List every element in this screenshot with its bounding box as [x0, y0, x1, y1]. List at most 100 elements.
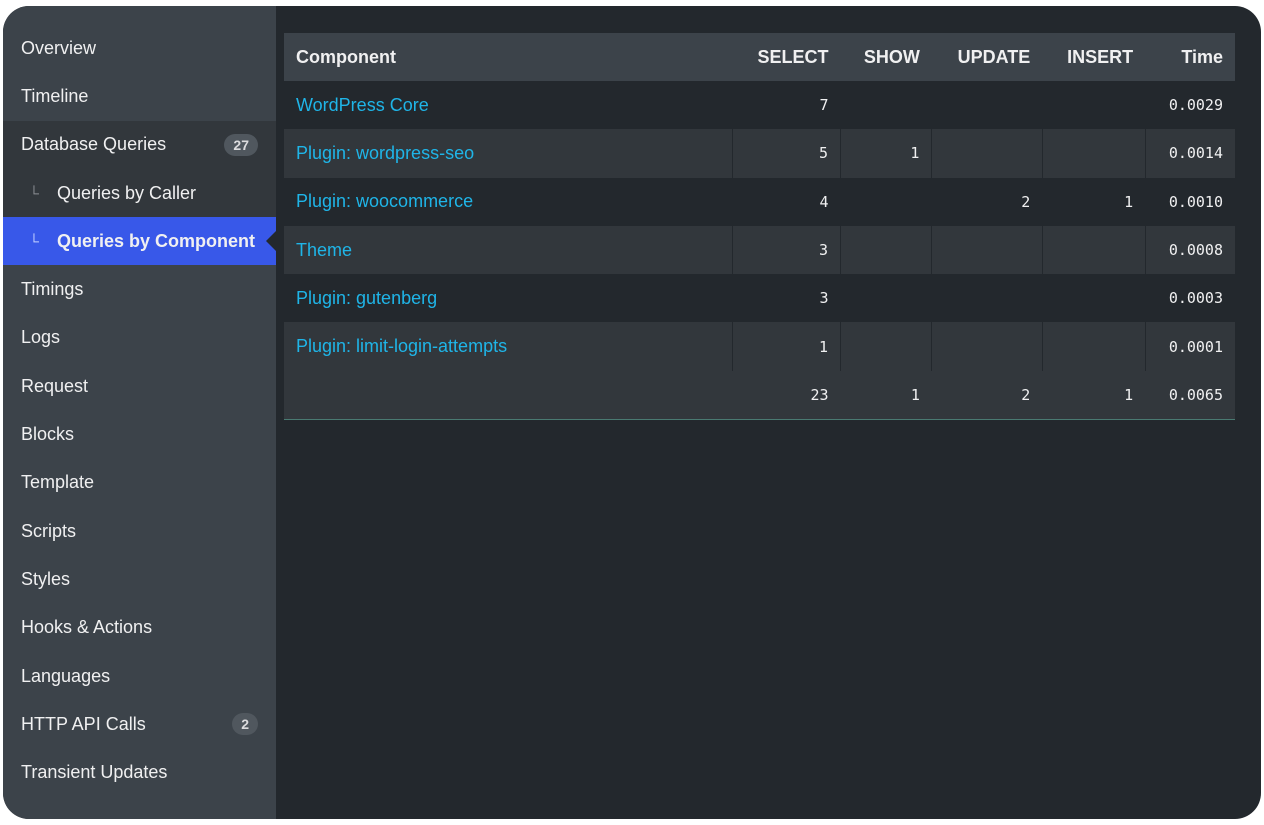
update-cell: 2 — [931, 177, 1043, 226]
sidebar-item-label: Timings — [21, 279, 84, 300]
table-row: Plugin: wordpress-seo 5 1 0.0014 — [284, 129, 1235, 178]
show-cell: 1 — [840, 129, 932, 178]
show-cell — [840, 225, 932, 275]
total-update-cell: 2 — [931, 370, 1043, 420]
update-cell — [931, 81, 1043, 130]
component-cell: Plugin: limit-login-attempts — [284, 322, 732, 371]
totals-label-cell — [284, 370, 732, 420]
component-cell: Plugin: wordpress-seo — [284, 129, 732, 178]
table-header-row: Component SELECT SHOW UPDATE INSERT Time — [284, 33, 1235, 81]
sidebar-item-label: Hooks & Actions — [21, 617, 153, 638]
select-cell: 1 — [731, 322, 841, 371]
select-cell: 7 — [732, 81, 841, 130]
update-cell — [931, 129, 1043, 178]
component-cell: Plugin: gutenberg — [284, 274, 732, 323]
sidebar-item-queries-by-component[interactable]: └ Queries by Component — [3, 217, 276, 266]
sidebar-item-request[interactable]: Request — [3, 362, 276, 410]
query-count-badge: 27 — [224, 133, 258, 156]
component-cell: WordPress Core — [284, 81, 732, 130]
component-link[interactable]: Plugin: gutenberg — [296, 288, 437, 308]
select-cell: 3 — [731, 225, 841, 275]
table-row: Plugin: limit-login-attempts 1 0.0001 — [284, 322, 1235, 371]
sidebar-item-label: Queries by Component — [57, 230, 256, 251]
http-calls-badge: 2 — [232, 713, 258, 736]
subitem-corner-icon: └ — [29, 233, 39, 250]
update-cell — [931, 225, 1043, 275]
sidebar-item-label: Request — [21, 375, 89, 396]
time-cell: 0.0008 — [1144, 225, 1235, 275]
insert-cell — [1041, 322, 1146, 371]
column-header-show[interactable]: SHOW — [840, 33, 932, 81]
sidebar-item-label: Logs — [21, 327, 61, 348]
queries-by-component-table: Component SELECT SHOW UPDATE INSERT Time… — [284, 33, 1235, 420]
table-row: WordPress Core 7 0.0029 — [284, 81, 1235, 130]
sidebar-item-logs[interactable]: Logs — [3, 314, 276, 362]
column-header-component[interactable]: Component — [284, 33, 732, 81]
component-link[interactable]: Plugin: woocommerce — [296, 191, 473, 211]
sidebar-item-languages[interactable]: Languages — [3, 652, 276, 700]
sidebar-item-http-api-calls[interactable]: HTTP API Calls 2 — [3, 700, 276, 748]
select-cell: 3 — [732, 274, 841, 323]
sidebar-nav: Overview Timeline Database Queries 27 └ … — [3, 6, 276, 819]
show-cell — [840, 177, 932, 226]
time-cell: 0.0029 — [1145, 81, 1235, 130]
update-cell — [931, 322, 1043, 371]
subitem-corner-icon: └ — [29, 185, 39, 202]
component-link[interactable]: Theme — [296, 240, 352, 260]
update-cell — [931, 274, 1043, 323]
sidebar-item-label: Overview — [21, 37, 97, 58]
sidebar-item-label: Database Queries — [21, 134, 167, 155]
total-insert-cell: 1 — [1042, 370, 1146, 420]
total-time-cell: 0.0065 — [1145, 370, 1235, 420]
sidebar-item-timeline[interactable]: Timeline — [3, 72, 276, 120]
time-cell: 0.0001 — [1144, 322, 1235, 371]
select-cell: 5 — [731, 129, 841, 178]
sidebar-item-queries-by-caller[interactable]: └ Queries by Caller — [3, 168, 276, 218]
component-link[interactable]: Plugin: limit-login-attempts — [296, 336, 507, 356]
select-cell: 4 — [732, 177, 841, 226]
total-show-cell: 1 — [840, 370, 932, 420]
sidebar-item-hooks-actions[interactable]: Hooks & Actions — [3, 604, 276, 652]
show-cell — [840, 322, 932, 371]
insert-cell — [1041, 129, 1146, 178]
sidebar-item-blocks[interactable]: Blocks — [3, 410, 276, 458]
insert-cell — [1042, 81, 1146, 130]
component-cell: Plugin: woocommerce — [284, 177, 732, 226]
column-header-update[interactable]: UPDATE — [931, 33, 1043, 81]
sidebar-item-label: Queries by Caller — [57, 182, 197, 203]
time-cell: 0.0014 — [1144, 129, 1235, 178]
total-select-cell: 23 — [732, 370, 841, 420]
sidebar-item-label: Blocks — [21, 424, 75, 445]
sidebar-item-styles[interactable]: Styles — [3, 555, 276, 603]
totals-row: 23 1 2 1 0.0065 — [284, 370, 1235, 420]
sidebar-item-scripts[interactable]: Scripts — [3, 507, 276, 555]
table-row: Plugin: woocommerce 4 2 1 0.0010 — [284, 177, 1235, 226]
insert-cell — [1042, 274, 1146, 323]
sidebar-item-template[interactable]: Template — [3, 459, 276, 507]
column-header-select[interactable]: SELECT — [732, 33, 841, 81]
query-monitor-panel: Overview Timeline Database Queries 27 └ … — [3, 6, 1261, 819]
component-cell: Theme — [284, 225, 732, 275]
sidebar-item-label: Languages — [21, 665, 111, 686]
sidebar-item-transient-updates[interactable]: Transient Updates — [3, 748, 276, 796]
sidebar-item-timings[interactable]: Timings — [3, 265, 276, 313]
table-row: Theme 3 0.0008 — [284, 225, 1235, 275]
sidebar-item-label: Transient Updates — [21, 762, 168, 783]
sidebar-item-database-queries[interactable]: Database Queries 27 — [3, 120, 276, 169]
sidebar-item-label: Timeline — [21, 85, 89, 106]
show-cell — [840, 81, 932, 130]
component-link[interactable]: Plugin: wordpress-seo — [296, 143, 474, 163]
component-link[interactable]: WordPress Core — [296, 95, 429, 115]
sidebar-item-label: Scripts — [21, 520, 77, 541]
table-row: Plugin: gutenberg 3 0.0003 — [284, 274, 1235, 323]
time-cell: 0.0003 — [1145, 274, 1235, 323]
time-cell: 0.0010 — [1145, 177, 1235, 226]
show-cell — [840, 274, 932, 323]
insert-cell: 1 — [1042, 177, 1146, 226]
main-content: Component SELECT SHOW UPDATE INSERT Time… — [276, 6, 1261, 819]
column-header-insert[interactable]: INSERT — [1042, 33, 1146, 81]
column-header-time[interactable]: Time — [1145, 33, 1235, 81]
sidebar-item-label: Styles — [21, 568, 71, 589]
sidebar-item-label: Template — [21, 472, 95, 493]
sidebar-item-overview[interactable]: Overview — [3, 24, 276, 72]
